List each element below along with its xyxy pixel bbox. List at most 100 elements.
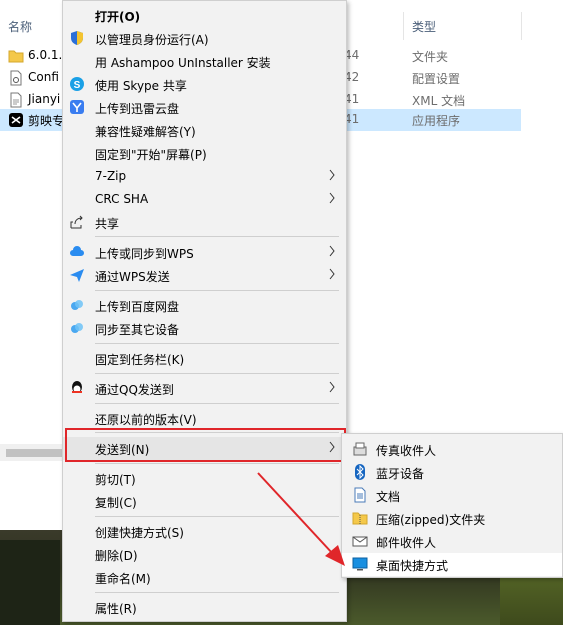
fax-icon xyxy=(353,442,367,456)
menu-item-create-shortcut[interactable]: 创建快捷方式(S) xyxy=(63,520,346,543)
chevron-right-icon xyxy=(329,381,335,393)
file-type: XML 文档 xyxy=(412,94,466,108)
submenu-item-bluetooth[interactable]: 蓝牙设备 xyxy=(342,461,562,484)
menu-item-label: 重命名(M) xyxy=(95,572,151,586)
menu-item-label: 固定到"开始"屏幕(P) xyxy=(95,148,207,162)
menu-separator xyxy=(95,343,339,344)
menu-item-sync-other-devices[interactable]: 同步至其它设备 xyxy=(63,317,346,340)
config-file-icon xyxy=(10,70,22,86)
menu-separator xyxy=(95,373,339,374)
menu-item-label: 通过WPS发送 xyxy=(95,270,170,284)
menu-item-compat-troubleshoot[interactable]: 兼容性疑难解答(Y) xyxy=(63,119,346,142)
desktop-icon xyxy=(352,557,368,571)
menu-item-skype-share[interactable]: S 使用 Skype 共享 xyxy=(63,73,346,96)
file-name: 剪映专 xyxy=(28,114,65,128)
menu-item-properties[interactable]: 属性(R) xyxy=(63,596,346,619)
annotation-highlight-box xyxy=(65,428,346,462)
share-icon xyxy=(70,215,83,229)
menu-item-label: 兼容性疑难解答(Y) xyxy=(95,125,196,139)
menu-item-label: 删除(D) xyxy=(95,549,138,563)
menu-item-7zip[interactable]: 7-Zip xyxy=(63,165,346,188)
submenu-item-label: 桌面快捷方式 xyxy=(376,559,449,573)
menu-item-open[interactable]: 打开(O) xyxy=(63,4,346,27)
menu-item-baidu-upload[interactable]: 上传到百度网盘 xyxy=(63,294,346,317)
submenu-item-label: 传真收件人 xyxy=(376,444,437,458)
submenu-item-fax-recipient[interactable]: 传真收件人 xyxy=(342,438,562,461)
menu-separator xyxy=(95,290,339,291)
menu-item-xunlei-upload[interactable]: 上传到迅雷云盘 xyxy=(63,96,346,119)
menu-item-cut[interactable]: 剪切(T) xyxy=(63,467,346,490)
baidu-sync-icon xyxy=(71,323,83,333)
submenu-item-desktop-shortcut[interactable]: 桌面快捷方式 xyxy=(342,553,562,576)
xunlei-icon xyxy=(70,100,84,114)
menu-separator xyxy=(95,236,339,237)
menu-item-wps-upload-sync[interactable]: 上传或同步到WPS xyxy=(63,241,346,264)
file-type: 应用程序 xyxy=(412,114,461,128)
menu-item-pin-to-taskbar[interactable]: 固定到任务栏(K) xyxy=(63,347,346,370)
menu-separator xyxy=(95,516,339,517)
scrollbar-thumb[interactable] xyxy=(6,449,66,457)
svg-text:S: S xyxy=(74,80,81,91)
context-menu: 打开(O) 以管理员身份运行(A) 用 Ashampoo UnInstaller… xyxy=(62,0,347,622)
file-name: Confi xyxy=(28,70,59,84)
menu-item-label: 固定到任务栏(K) xyxy=(95,353,185,367)
menu-separator xyxy=(95,403,339,404)
menu-item-label: 剪切(T) xyxy=(95,473,136,487)
qq-icon xyxy=(72,381,82,393)
menu-item-pin-to-start[interactable]: 固定到"开始"屏幕(P) xyxy=(63,142,346,165)
bluetooth-icon xyxy=(355,464,365,480)
menu-item-crc-sha[interactable]: CRC SHA xyxy=(63,188,346,211)
menu-item-label: 用 Ashampoo UnInstaller 安装 xyxy=(95,56,271,70)
submenu-item-label: 邮件收件人 xyxy=(376,536,437,550)
menu-separator xyxy=(95,592,339,593)
menu-item-label: 属性(R) xyxy=(95,602,137,616)
chevron-right-icon xyxy=(329,268,335,280)
submenu-item-mail-recipient[interactable]: 邮件收件人 xyxy=(342,530,562,553)
menu-item-label: 以管理员身份运行(A) xyxy=(95,33,209,47)
xml-file-icon xyxy=(10,92,22,108)
column-header-type[interactable]: 类型 xyxy=(412,18,436,35)
skype-icon: S xyxy=(70,77,84,91)
menu-item-run-as-admin[interactable]: 以管理员身份运行(A) xyxy=(63,27,346,50)
menu-item-restore-previous[interactable]: 还原以前的版本(V) xyxy=(63,407,346,430)
submenu-item-label: 蓝牙设备 xyxy=(376,467,425,481)
chevron-right-icon xyxy=(329,192,335,204)
submenu-item-zip-folder[interactable]: 压缩(zipped)文件夹 xyxy=(342,507,562,530)
column-divider[interactable] xyxy=(403,12,404,40)
menu-item-label: 7-Zip xyxy=(95,169,127,183)
menu-item-label: 同步至其它设备 xyxy=(95,323,180,337)
baidu-netdisk-icon xyxy=(71,300,83,310)
folder-icon xyxy=(8,50,24,63)
menu-item-label: 打开(O) xyxy=(95,10,141,24)
menu-item-label: CRC SHA xyxy=(95,192,149,206)
menu-item-label: 上传或同步到WPS xyxy=(95,247,194,261)
column-header-name[interactable]: 名称 xyxy=(8,18,32,35)
horizontal-scrollbar[interactable] xyxy=(0,444,70,461)
menu-item-label: 共享 xyxy=(95,217,120,231)
menu-item-ashampoo-install[interactable]: 用 Ashampoo UnInstaller 安装 xyxy=(63,50,346,73)
menu-item-copy[interactable]: 复制(C) xyxy=(63,490,346,513)
wps-cloud-icon xyxy=(70,246,84,256)
menu-item-share[interactable]: 共享 xyxy=(63,211,346,234)
menu-item-delete[interactable]: 删除(D) xyxy=(63,543,346,566)
submenu-item-label: 压缩(zipped)文件夹 xyxy=(376,513,486,527)
column-divider[interactable] xyxy=(521,12,522,40)
submenu-item-documents[interactable]: 文档 xyxy=(342,484,562,507)
menu-item-wps-send[interactable]: 通过WPS发送 xyxy=(63,264,346,287)
menu-item-rename[interactable]: 重命名(M) xyxy=(63,566,346,589)
uac-shield-icon xyxy=(71,31,83,45)
menu-item-send-via-qq[interactable]: 通过QQ发送到 xyxy=(63,377,346,400)
menu-item-label: 上传到迅雷云盘 xyxy=(95,102,180,116)
submenu-item-label: 文档 xyxy=(376,490,401,504)
menu-item-label: 复制(C) xyxy=(95,496,137,510)
menu-separator xyxy=(95,463,339,464)
menu-item-label: 使用 Skype 共享 xyxy=(95,79,187,93)
send-to-submenu: 传真收件人 蓝牙设备 文档 压缩(zipped)文件夹 邮件收件人 桌面快捷方式 xyxy=(341,433,563,578)
wps-send-icon xyxy=(70,269,84,282)
menu-item-label: 还原以前的版本(V) xyxy=(95,413,197,427)
file-type: 文件夹 xyxy=(412,50,449,64)
file-name: Jianyi xyxy=(28,92,61,106)
zip-folder-icon xyxy=(352,512,368,525)
documents-icon xyxy=(354,487,366,503)
menu-item-label: 上传到百度网盘 xyxy=(95,300,180,314)
